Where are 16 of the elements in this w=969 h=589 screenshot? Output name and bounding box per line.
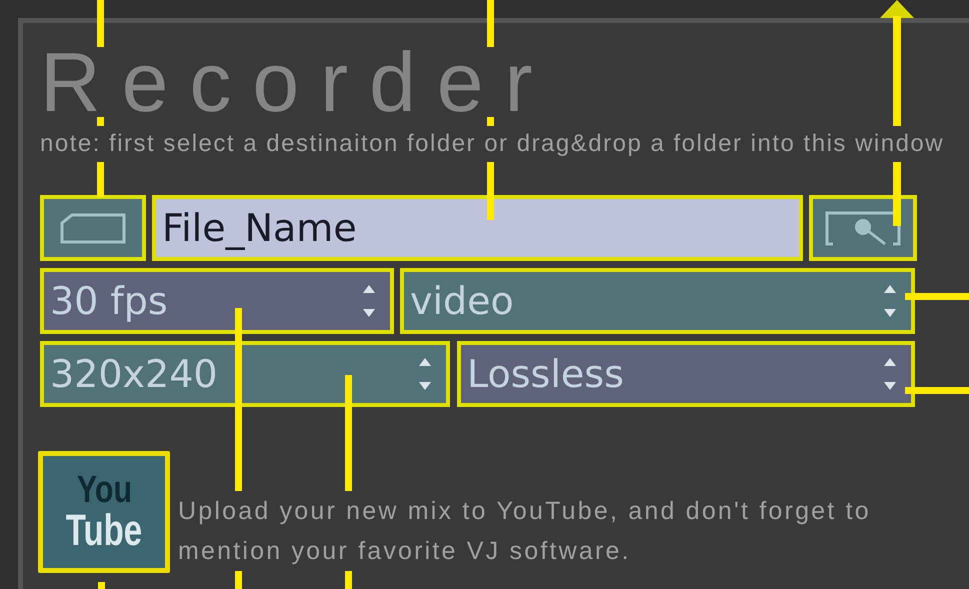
stepper-icon: [883, 356, 897, 392]
dropdown[interactable]: video: [400, 268, 915, 334]
stepper-icon: [883, 283, 897, 319]
youtube-logo[interactable]: You Tube: [38, 451, 170, 573]
folder-button[interactable]: [40, 195, 146, 261]
camera-icon: [823, 209, 903, 247]
logo-text: Tube: [66, 509, 142, 553]
note-text: note: first select a destinaiton folder or drag&drop a folder into this window: [40, 126, 944, 162]
folder-icon: [58, 211, 128, 245]
logo-text: You: [76, 471, 132, 509]
dropdown[interactable]: 320x240: [40, 341, 450, 407]
dropdown[interactable]: Lossless: [457, 341, 915, 407]
stepper-icon: [418, 356, 432, 392]
dropdown[interactable]: 30 fps: [40, 268, 394, 334]
record-button[interactable]: [809, 195, 917, 261]
stepper-icon: [362, 283, 376, 319]
